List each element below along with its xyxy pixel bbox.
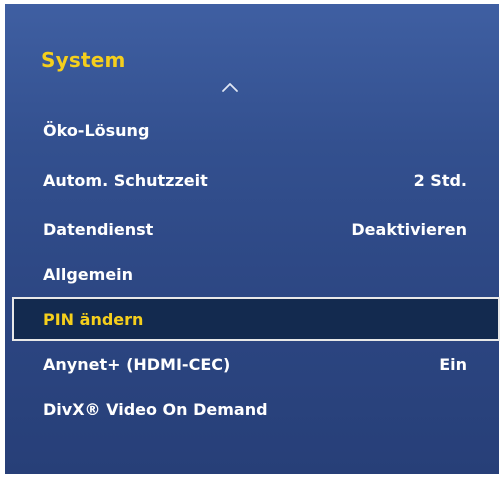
chevron-up-icon[interactable] <box>221 80 239 94</box>
system-menu-panel: System Öko-Lösung Autom. Schutzzeit 2 St… <box>5 4 500 474</box>
menu-item-label: Anynet+ (HDMI-CEC) <box>43 354 231 374</box>
menu-item-value: Deaktivieren <box>351 219 467 239</box>
menu-item-label: Öko-Lösung <box>43 120 150 140</box>
menu-item-label: Autom. Schutzzeit <box>43 170 208 190</box>
menu-item-label: Datendienst <box>43 219 154 239</box>
menu-item-allgemein[interactable]: Allgemein <box>5 252 499 296</box>
menu-item-value: Ein <box>439 354 467 374</box>
menu-item-label: Allgemein <box>43 264 134 284</box>
menu-item-anynet-hdmi-cec[interactable]: Anynet+ (HDMI-CEC) Ein <box>5 342 499 386</box>
menu-item-datendienst[interactable]: Datendienst Deaktivieren <box>5 207 499 251</box>
menu-item-pin-aendern[interactable]: PIN ändern <box>12 297 500 341</box>
menu-item-label: PIN ändern <box>43 309 144 329</box>
menu-item-autom-schutzzeit[interactable]: Autom. Schutzzeit 2 Std. <box>5 158 499 202</box>
menu-item-label: DivX® Video On Demand <box>43 399 268 419</box>
menu-title: System <box>41 48 126 72</box>
menu-item-value: 2 Std. <box>413 170 467 190</box>
menu-item-oeko-loesung[interactable]: Öko-Lösung <box>5 108 499 152</box>
menu-item-divx-video-on-demand[interactable]: DivX® Video On Demand <box>5 387 499 431</box>
